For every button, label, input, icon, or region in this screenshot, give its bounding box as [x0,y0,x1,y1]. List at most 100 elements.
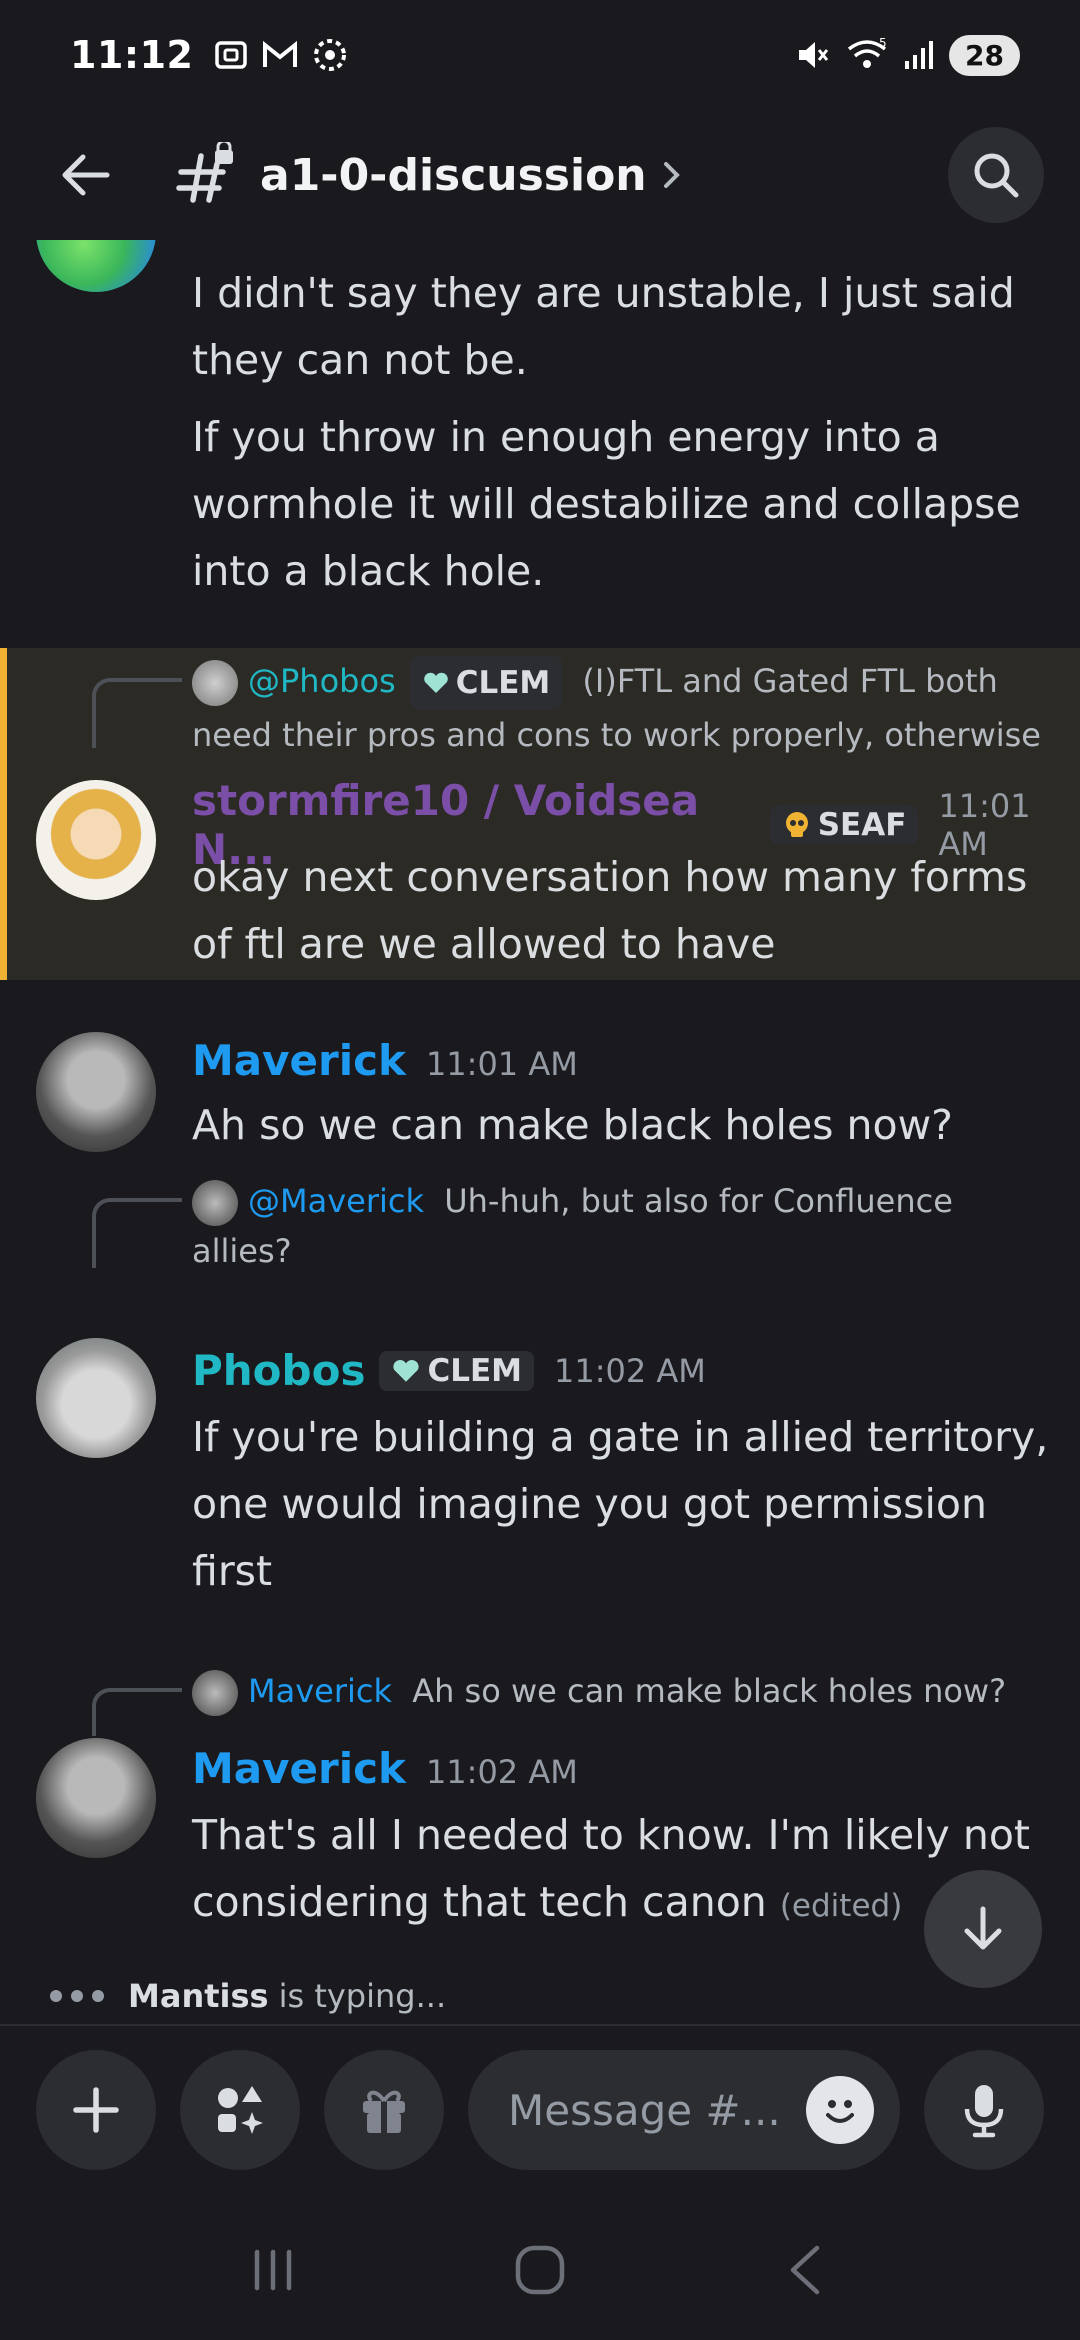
message-continuation: I didn't say they are unstable, I just s… [192,260,1015,394]
message-header: Maverick 11:01 AM [192,1036,578,1085]
emoji-button[interactable] [806,2076,874,2144]
message-author[interactable]: Phobos [192,1346,365,1395]
message-input[interactable]: Message #... [468,2050,900,2170]
reply-connector [92,1198,182,1268]
edited-label: (edited) [779,1888,903,1924]
gift-button[interactable] [324,2050,444,2170]
message-continuation: If you throw in enough energy into a wor… [192,404,1021,605]
typing-indicator: Mantiss is typing... [50,1968,446,2024]
message-text: one would imagine you got permission [192,1480,987,1528]
reply-connector [92,678,182,748]
message-text: Ah so we can make black holes now? [192,1101,953,1149]
reply-connector [92,1688,182,1736]
avatar[interactable] [36,1738,156,1858]
avatar [192,660,238,706]
home-icon[interactable] [508,2238,572,2302]
settings-status-icon [314,39,347,71]
typing-user: Mantiss [128,1977,269,2015]
message-text: considering that tech canon [192,1878,767,1926]
message-composer: Message #... [0,2050,1080,2170]
message-body: okay next conversation how many forms of… [192,844,1027,978]
reply-author[interactable]: Maverick [248,1672,392,1710]
mute-icon [799,42,829,68]
role-tag-label: CLEM [455,665,551,701]
reply-preview[interactable]: Maverick Ah so we can make black holes n… [192,1666,1052,1716]
avatar[interactable] [36,1032,156,1152]
apps-button[interactable] [180,2050,300,2170]
reply-text: allies? [192,1232,292,1270]
reply-author[interactable]: @Phobos [248,662,396,700]
typing-dots-icon [50,1990,104,2002]
avatar[interactable] [36,1338,156,1458]
battery-indicator: 28 [949,34,1020,76]
timestamp: 11:02 AM [554,1351,706,1390]
heart-icon [393,1359,420,1382]
status-bar: 11:12 5 28 [0,0,1080,110]
reply-text: (I)FTL and Gated FTL both [582,662,998,700]
message-text: I didn't say they are unstable, I just s… [192,269,1015,317]
search-button[interactable] [948,127,1044,223]
message-body: Ah so we can make black holes now? [192,1092,953,1159]
message-author[interactable]: Maverick [192,1744,406,1793]
role-tag: SEAF [769,805,919,845]
gift-icon [363,2090,405,2133]
discord-screen: 11:12 5 28 a1-0-discussion I didn't say … [0,0,1080,2340]
system-navigation-bar [0,2210,1080,2330]
chevron-right-icon[interactable] [661,160,691,190]
message-text: first [192,1547,273,1595]
message-text: If you throw in enough energy into a [192,413,940,461]
scroll-to-bottom-button[interactable] [924,1870,1042,1988]
message-text: okay next conversation how many forms [192,853,1028,901]
message-text: That's all I needed to know. I'm likely … [192,1811,1030,1859]
reply-preview[interactable]: @Maverick Uh-huh, but also for Confluenc… [192,1176,1052,1276]
reply-text: need their pros and cons to work properl… [192,716,1041,754]
timestamp: 11:01 AM [425,1045,578,1083]
gmail-icon [263,40,298,67]
avatar [192,1180,238,1226]
typing-text: is typing... [278,1977,447,2015]
message-input-placeholder: Message #... [508,2085,781,2135]
avatar [192,1670,238,1716]
voice-message-button[interactable] [924,2050,1044,2170]
status-time: 11:12 [70,33,194,77]
plus-icon [73,2087,119,2133]
timestamp: 11:02 AM [425,1753,578,1791]
status-notification-icons [213,36,349,74]
wifi-icon: 5 [847,37,887,68]
message-list[interactable]: I didn't say they are unstable, I just s… [0,240,1080,2020]
arrow-left-icon [62,154,110,196]
status-right-icons: 5 28 [795,34,1020,76]
search-icon [974,153,1019,198]
back-button[interactable] [50,140,120,210]
apps-icon [218,2086,263,2134]
message-body: If you're building a gate in allied terr… [192,1404,1048,1605]
channel-name[interactable]: a1-0-discussion [260,150,647,201]
divider [0,2024,1080,2026]
reply-text: Ah so we can make black holes now? [412,1672,1007,1710]
role-tag-label: CLEM [427,1352,522,1389]
add-attachment-button[interactable] [36,2050,156,2170]
reply-author[interactable]: @Maverick [248,1182,424,1220]
recent-apps-icon[interactable] [243,2240,303,2300]
screenshot-icon [215,41,248,69]
role-tag: CLEM [379,1350,534,1391]
smile-icon [826,2100,854,2123]
microphone-icon [964,2085,1004,2138]
message-author[interactable]: Maverick [192,1036,406,1085]
role-tag-label: SEAF [817,807,907,843]
avatar[interactable] [36,240,156,292]
message-text: they can not be. [192,336,528,384]
wifi-label: 5 [879,37,887,50]
reply-preview[interactable]: @Phobos CLEM (I)FTL and Gated FTL both ne… [192,656,1052,760]
message-text: wormhole it will destabilize and collaps… [192,480,1021,528]
message-header: Phobos CLEM 11:02 AM [192,1346,706,1395]
message-text: If you're building a gate in allied terr… [192,1413,1049,1461]
channel-header: a1-0-discussion [0,120,1080,230]
arrow-down-icon [964,1906,1002,1950]
skull-icon [785,812,808,837]
back-nav-icon[interactable] [777,2240,837,2300]
avatar[interactable] [36,780,156,900]
message-text: into a black hole. [192,547,545,595]
heart-icon [423,672,448,693]
hash-lock-icon [176,142,233,203]
